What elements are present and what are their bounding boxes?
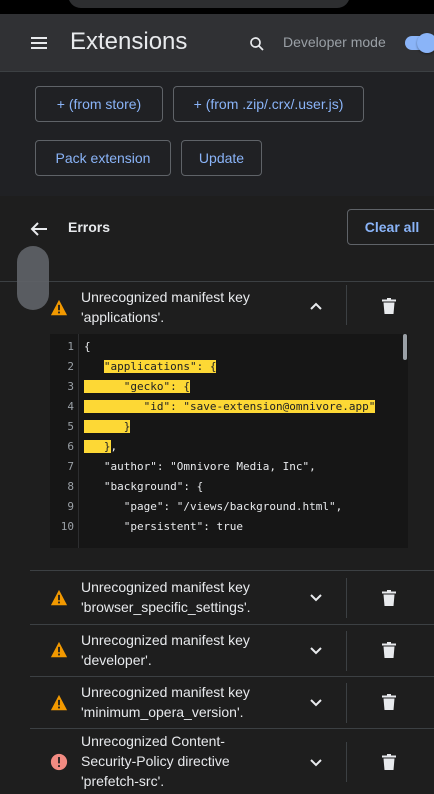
error-message: Unrecognized manifest key'applications'. <box>81 289 250 325</box>
code-line: 10 "persistent": true <box>60 519 243 533</box>
error-message: Unrecognized manifest key'developer'. <box>81 632 250 668</box>
code-line: 2 "applications": { <box>67 359 217 373</box>
warning-icon <box>50 299 68 316</box>
error-message: Unrecognized manifest key'minimum_opera_… <box>81 684 250 720</box>
error-item[interactable]: Unrecognized manifest key'browser_specif… <box>30 571 434 625</box>
back-arrow-icon[interactable] <box>30 222 48 236</box>
pack-extension-button[interactable]: Pack extension <box>35 140 171 176</box>
code-line: 3 "gecko": { <box>67 379 190 393</box>
error-message: Unrecognized manifest key'browser_specif… <box>81 579 251 615</box>
divider <box>346 683 347 723</box>
error-item[interactable]: Unrecognized manifest key'minimum_opera_… <box>30 677 434 729</box>
errors-title: Errors <box>68 219 111 235</box>
trash-icon[interactable] <box>382 590 396 606</box>
clear-all-button[interactable]: Clear all <box>347 209 434 245</box>
page-title: Extensions <box>70 28 188 55</box>
trash-icon[interactable] <box>382 298 396 314</box>
chevron-down-icon[interactable] <box>309 591 323 605</box>
error-item[interactable]: Unrecognized manifest key'developer'. <box>30 625 434 677</box>
update-button[interactable]: Update <box>181 140 262 176</box>
manifest-code-viewer: 1{ 2 "applications": { 3 "gecko": { 4 "i… <box>50 334 408 548</box>
chevron-up-icon[interactable] <box>309 299 323 313</box>
warning-icon <box>50 641 68 658</box>
error-item[interactable]: Unrecognized Content- Security-Policy dir… <box>30 729 434 794</box>
divider <box>346 285 347 325</box>
error-icon <box>50 753 68 771</box>
scrollbar-handle[interactable] <box>17 246 49 310</box>
top-bar-pill <box>68 0 350 8</box>
developer-mode-label: Developer mode <box>283 34 386 50</box>
add-from-file-button[interactable]: + (from .zip/.crx/.user.js) <box>173 86 364 122</box>
chevron-down-icon[interactable] <box>309 696 323 710</box>
chevron-down-icon[interactable] <box>309 756 323 770</box>
code-line: 8 "background": { <box>67 479 204 493</box>
trash-icon[interactable] <box>382 694 396 710</box>
code-line: 4 "id": "save-extension@omnivore.app" <box>67 399 376 413</box>
warning-icon <box>50 694 68 711</box>
code-line: 9 "page": "/views/background.html", <box>67 499 343 513</box>
code-line: 5 } <box>67 419 131 433</box>
toggle-knob <box>417 33 434 53</box>
search-icon[interactable] <box>248 35 266 53</box>
errors-header: Errors Clear all <box>0 196 434 282</box>
code-line: 1{ <box>67 339 91 353</box>
add-from-store-button[interactable]: + (from store) <box>35 86 163 122</box>
action-toolbar: + (from store) + (from .zip/.crx/.user.j… <box>0 72 434 196</box>
developer-mode-toggle[interactable] <box>405 33 434 53</box>
app-header: Extensions Developer mode <box>0 14 434 72</box>
warning-icon <box>50 589 68 606</box>
top-strip <box>0 0 434 14</box>
trash-icon[interactable] <box>382 754 396 770</box>
divider <box>346 742 347 782</box>
trash-icon[interactable] <box>382 642 396 658</box>
chevron-down-icon[interactable] <box>309 644 323 658</box>
menu-icon[interactable] <box>31 37 47 49</box>
divider <box>346 578 347 618</box>
code-line: 6 }, <box>67 439 118 453</box>
divider <box>346 631 347 671</box>
error-message: Unrecognized Content- Security-Policy dir… <box>81 733 230 789</box>
code-scrollbar[interactable] <box>403 334 407 360</box>
code-line: 7 "author": "Omnivore Media, Inc", <box>67 459 316 473</box>
